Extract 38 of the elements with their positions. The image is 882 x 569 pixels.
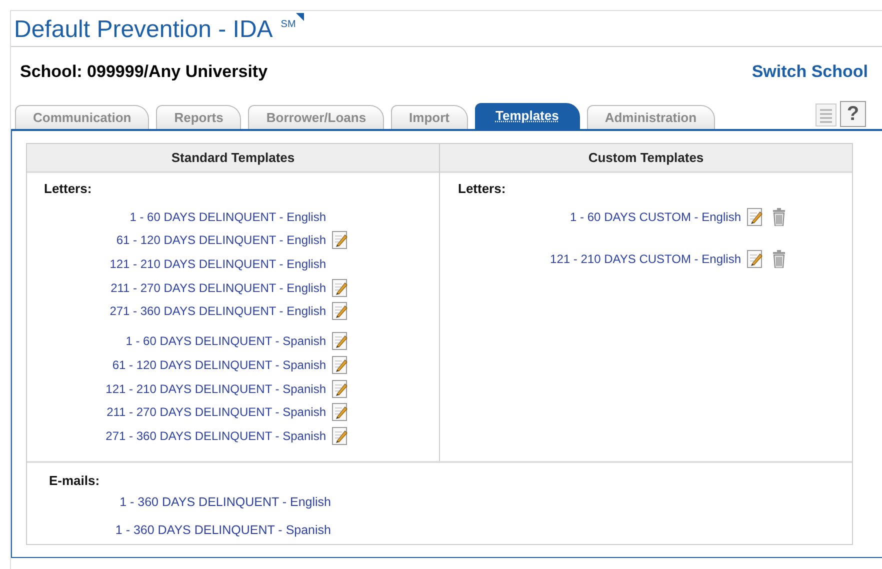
template-link[interactable]: 271 - 360 DAYS DELINQUENT - English: [110, 302, 326, 320]
help-button[interactable]: ?: [840, 101, 866, 127]
template-link[interactable]: 1 - 360 DAYS DELINQUENT - Spanish: [115, 521, 331, 540]
edit-icon[interactable]: [332, 356, 349, 374]
switch-school-link[interactable]: Switch School: [752, 59, 868, 85]
template-link[interactable]: 121 - 210 DAYS CUSTOM - English: [550, 250, 741, 268]
app-title: Default Prevention - IDA: [14, 15, 273, 45]
template-link[interactable]: 1 - 360 DAYS DELINQUENT - English: [120, 492, 331, 512]
edit-icon[interactable]: [332, 302, 349, 320]
edit-icon[interactable]: [747, 250, 764, 268]
template-link[interactable]: 121 - 210 DAYS DELINQUENT - Spanish: [106, 380, 326, 398]
edit-icon[interactable]: [332, 380, 349, 398]
tab[interactable]: Templates: [474, 103, 580, 129]
edit-icon[interactable]: [332, 427, 349, 445]
edit-icon[interactable]: [332, 332, 349, 350]
template-link[interactable]: 211 - 270 DAYS DELINQUENT - English: [110, 278, 326, 297]
trash-icon[interactable]: [772, 250, 786, 268]
template-link[interactable]: 211 - 270 DAYS DELINQUENT - Spanish: [106, 403, 326, 422]
template-link[interactable]: 271 - 360 DAYS DELINQUENT - Spanish: [106, 427, 326, 445]
section-label: Letters:: [43, 180, 93, 198]
edit-icon[interactable]: [332, 231, 349, 250]
edit-icon[interactable]: [747, 208, 764, 226]
trash-icon[interactable]: [772, 208, 786, 226]
service-mark: SM: [280, 18, 296, 32]
edit-icon[interactable]: [332, 403, 349, 422]
edit-icon[interactable]: [332, 278, 349, 297]
column-header: Custom Templates: [440, 144, 852, 173]
school-label: School: 099999/Any University: [20, 61, 268, 84]
column-header: Standard Templates: [27, 144, 439, 173]
template-link[interactable]: 1 - 60 DAYS DELINQUENT - English: [130, 208, 326, 226]
corner-flag-icon: [296, 13, 304, 21]
section-label: Letters:: [457, 180, 507, 198]
template-link[interactable]: 1 - 60 DAYS DELINQUENT - Spanish: [126, 332, 326, 350]
template-link[interactable]: 1 - 60 DAYS CUSTOM - English: [570, 208, 741, 226]
template-link[interactable]: 61 - 120 DAYS DELINQUENT - Spanish: [112, 356, 326, 374]
template-link[interactable]: 61 - 120 DAYS DELINQUENT - English: [116, 231, 326, 250]
section-label: E-mails:: [48, 472, 101, 490]
template-link[interactable]: 121 - 210 DAYS DELINQUENT - English: [110, 254, 326, 273]
